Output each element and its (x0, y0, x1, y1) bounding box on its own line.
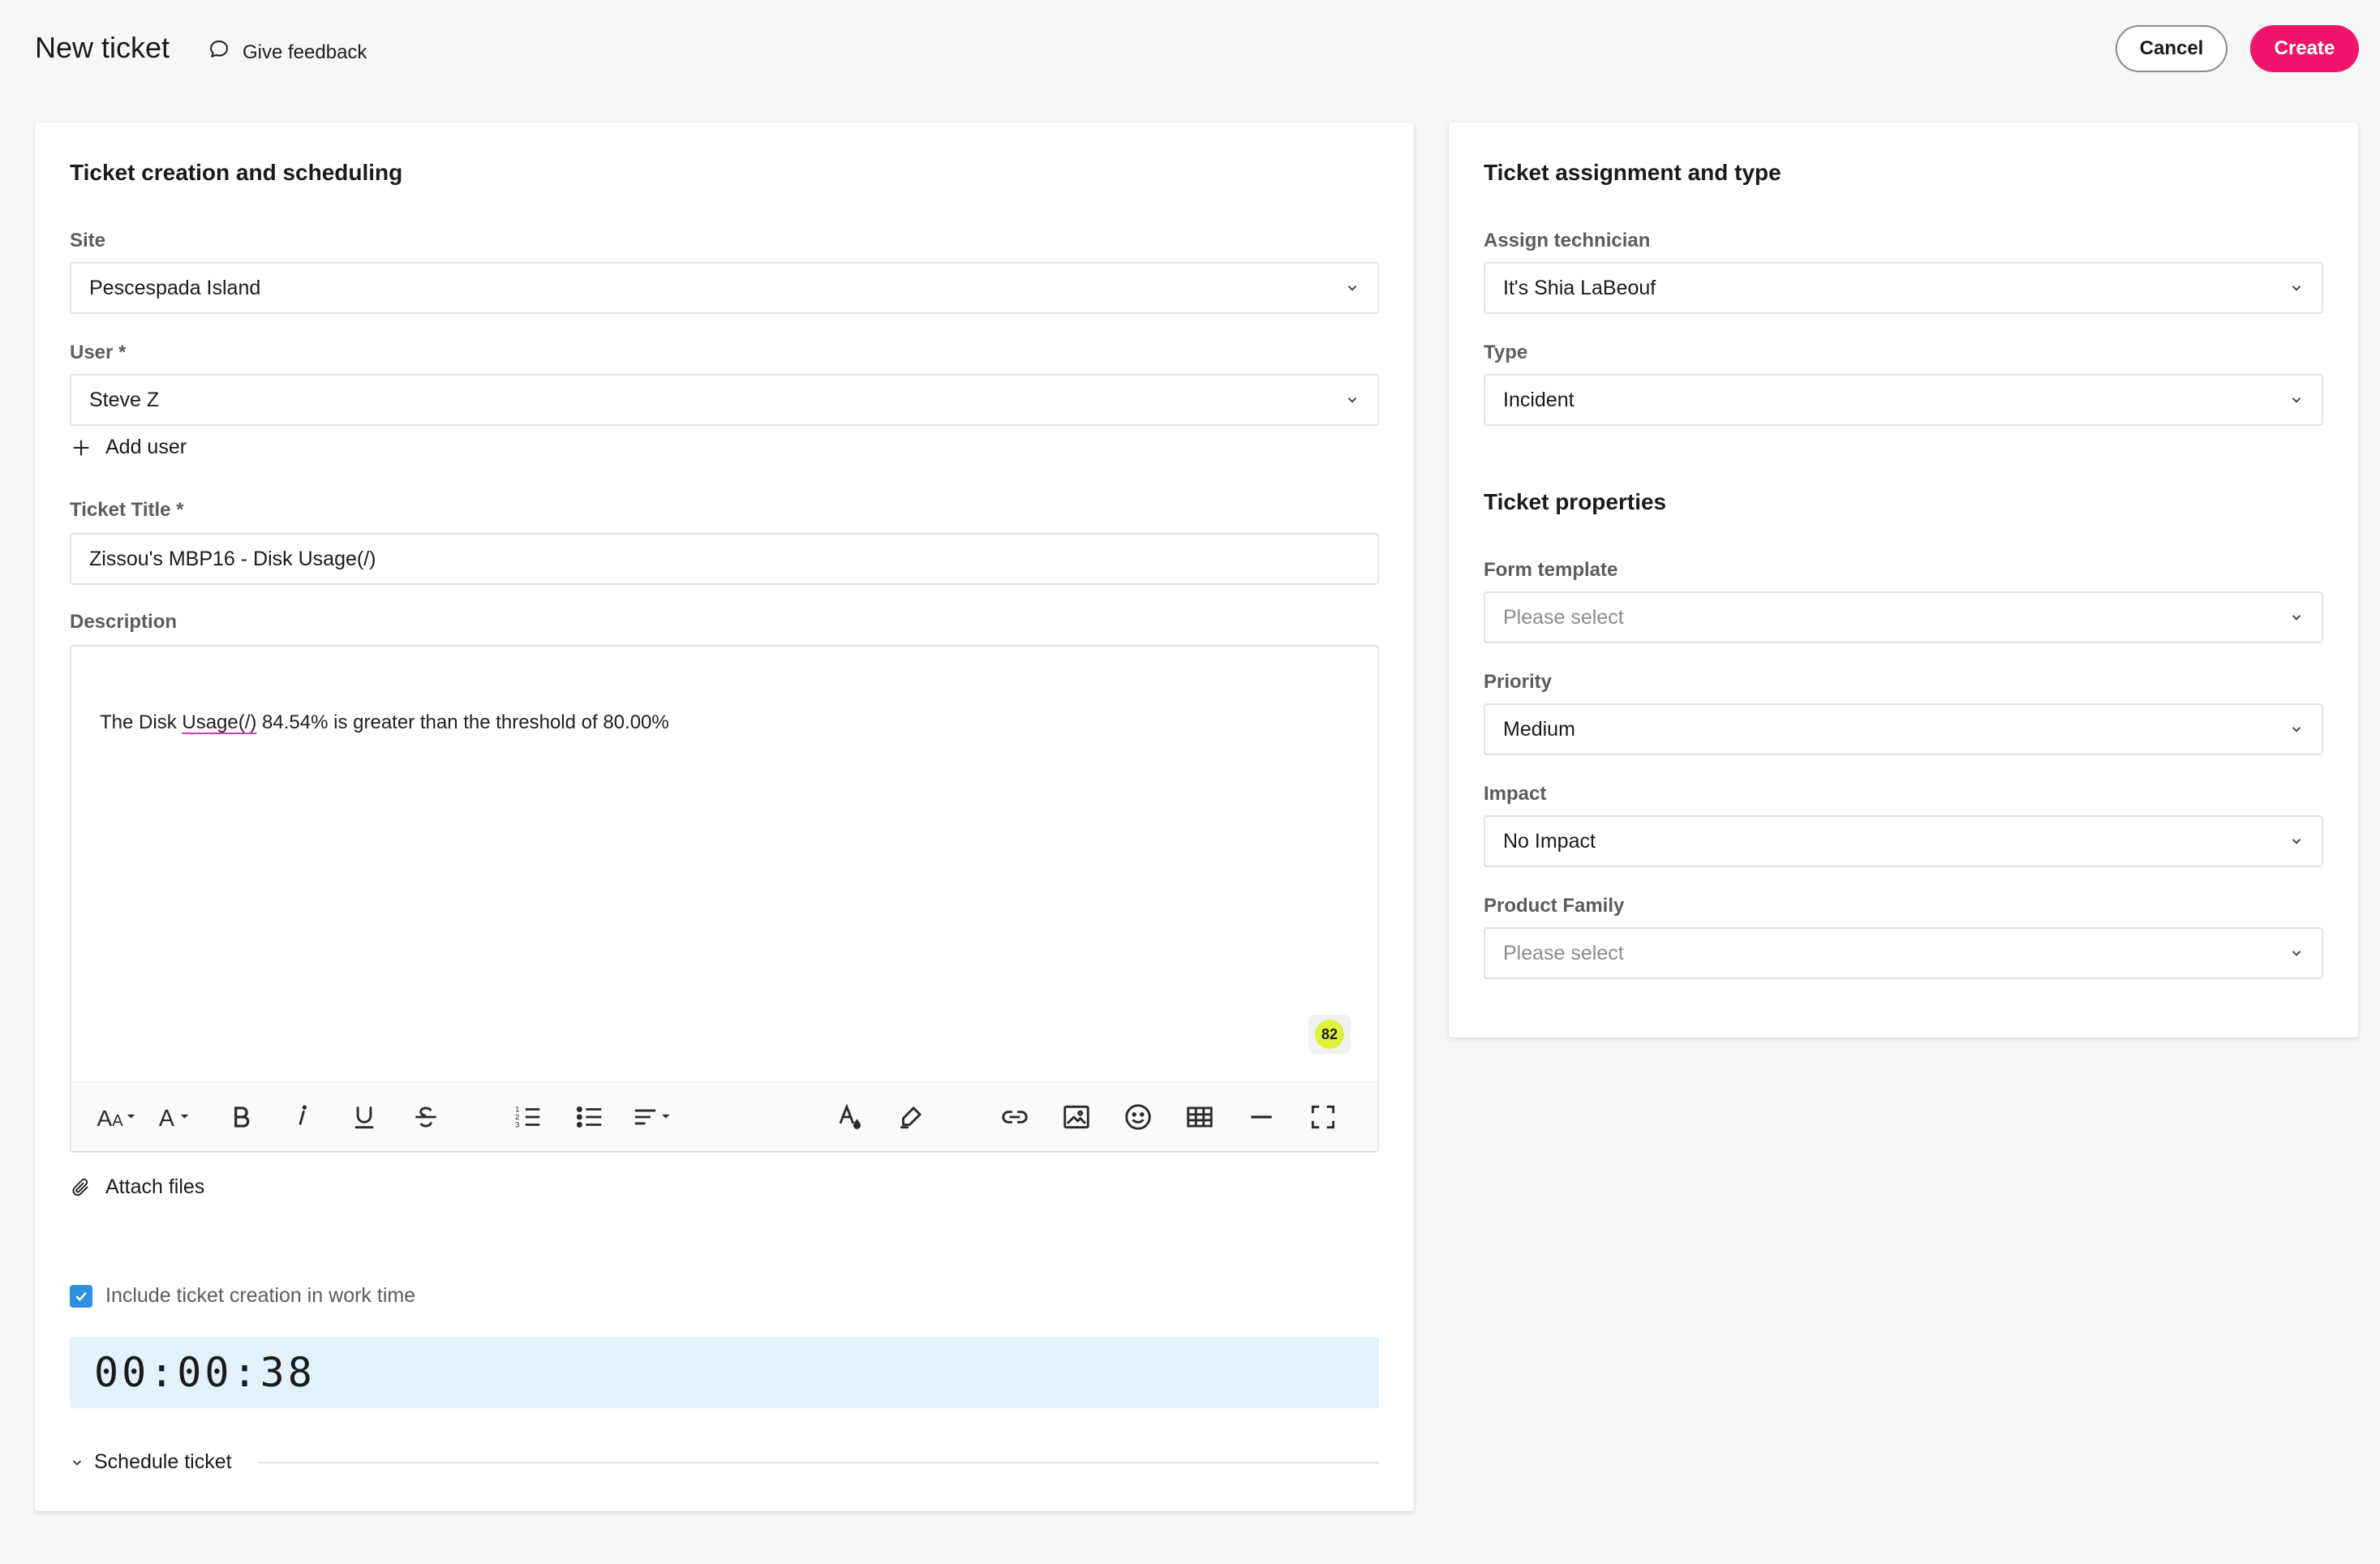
page: New ticket Give feedback Cancel Create T… (0, 0, 2380, 1564)
bold-icon[interactable] (222, 1098, 260, 1136)
ticket-assignment-card: Ticket assignment and type Assign techni… (1449, 122, 2358, 1038)
font-family-icon[interactable]: A (156, 1098, 198, 1136)
attach-files-label: Attach files (105, 1175, 205, 1198)
svg-text:A: A (97, 1106, 113, 1131)
cancel-button[interactable]: Cancel (2116, 25, 2227, 72)
attach-files-button[interactable]: Attach files (70, 1175, 204, 1199)
site-label: Site (70, 230, 106, 251)
unordered-list-icon[interactable] (571, 1098, 608, 1136)
highlight-icon[interactable] (892, 1098, 930, 1136)
create-button[interactable]: Create (2250, 25, 2359, 72)
svg-text:A: A (112, 1112, 123, 1130)
type-value: Incident (1503, 388, 1574, 411)
check-icon (75, 1291, 87, 1301)
text-color-icon[interactable] (831, 1098, 868, 1136)
chevron-down-icon (2292, 951, 2301, 956)
priority-select[interactable]: Medium (1484, 703, 2323, 755)
form-template-label: Form template (1484, 559, 1618, 581)
work-timer-value: 00:00:38 (94, 1349, 316, 1396)
priority-value: Medium (1503, 717, 1575, 741)
product-family-label: Product Family (1484, 895, 1625, 917)
ticket-title-label: Ticket Title * (70, 499, 184, 521)
ticket-title-value: Zissou's MBP16 - Disk Usage(/) (89, 547, 376, 570)
add-user-button[interactable]: Add user (70, 436, 187, 459)
spellcheck-word: Usage(/) (182, 711, 257, 733)
description-text-start: The Disk (100, 711, 183, 733)
font-size-icon[interactable]: AA (94, 1098, 143, 1136)
underline-icon[interactable] (346, 1098, 383, 1136)
give-feedback-label: Give feedback (243, 41, 367, 63)
include-worktime-checkbox-row[interactable]: Include ticket creation in work time (70, 1284, 415, 1308)
table-icon[interactable] (1181, 1098, 1218, 1136)
chevron-down-icon (72, 1459, 82, 1466)
chevron-down-icon (1347, 397, 1357, 403)
assign-technician-label: Assign technician (1484, 230, 1651, 251)
page-title: New ticket (35, 31, 170, 64)
include-worktime-checkbox[interactable] (70, 1284, 92, 1308)
technician-value: It's Shia LaBeouf (1503, 276, 1656, 299)
paperclip-icon (72, 1178, 88, 1196)
work-timer: 00:00:38 (70, 1337, 1379, 1408)
user-value: Steve Z (89, 388, 160, 411)
strikethrough-icon[interactable] (407, 1098, 445, 1136)
site-select[interactable]: Pescespada Island (70, 262, 1379, 314)
svg-text:A: A (159, 1106, 174, 1132)
schedule-ticket-label: Schedule ticket (94, 1450, 232, 1473)
user-select[interactable]: Steve Z (70, 374, 1379, 426)
impact-label: Impact (1484, 783, 1547, 805)
give-feedback-link[interactable]: Give feedback (207, 37, 367, 67)
assign-technician-select[interactable]: It's Shia LaBeouf (1484, 262, 2323, 314)
site-value: Pescespada Island (89, 276, 261, 299)
link-icon[interactable] (996, 1098, 1033, 1136)
character-count-badge: 82 (1315, 1020, 1344, 1049)
chevron-down-icon (2292, 839, 2301, 844)
add-user-label: Add user (105, 436, 187, 458)
description-editor[interactable]: The Disk Usage(/) 84.54% is greater than… (70, 645, 1379, 1153)
chevron-down-icon (2292, 286, 2301, 291)
chevron-down-icon (2292, 615, 2301, 621)
form-template-select[interactable]: Please select (1484, 591, 2323, 643)
ordered-list-icon[interactable]: 123 (509, 1098, 547, 1136)
align-icon[interactable] (626, 1098, 680, 1136)
horizontal-rule-icon[interactable] (1243, 1098, 1280, 1136)
page-header: New ticket Give feedback Cancel Create (0, 0, 2380, 97)
description-text[interactable]: The Disk Usage(/) 84.54% is greater than… (100, 711, 669, 734)
impact-select[interactable]: No Impact (1484, 815, 2323, 867)
divider (257, 1461, 1379, 1463)
chevron-down-icon (2292, 727, 2301, 733)
fullscreen-icon[interactable] (1304, 1098, 1342, 1136)
chevron-down-icon (2292, 397, 2301, 403)
italic-icon[interactable] (284, 1098, 321, 1136)
product-family-placeholder: Please select (1503, 941, 1624, 965)
impact-value: No Impact (1503, 829, 1596, 853)
type-select[interactable]: Incident (1484, 374, 2323, 426)
ticket-creation-card: Ticket creation and scheduling Site Pesc… (35, 122, 1414, 1511)
chevron-down-icon (1347, 286, 1357, 291)
chat-bubble-icon (207, 37, 231, 67)
type-label: Type (1484, 342, 1528, 363)
ticket-creation-title: Ticket creation and scheduling (70, 160, 403, 185)
schedule-ticket-toggle[interactable]: Schedule ticket (70, 1450, 1379, 1474)
emoji-icon[interactable] (1119, 1098, 1157, 1136)
plus-icon (73, 440, 89, 455)
ticket-properties-title: Ticket properties (1484, 489, 1667, 514)
svg-text:3: 3 (515, 1121, 519, 1130)
product-family-select[interactable]: Please select (1484, 927, 2323, 979)
image-icon[interactable] (1058, 1098, 1095, 1136)
ticket-title-input[interactable]: Zissou's MBP16 - Disk Usage(/) (70, 533, 1379, 585)
editor-toolbar: AA A 123 (71, 1081, 1377, 1151)
priority-label: Priority (1484, 671, 1553, 693)
description-label: Description (70, 611, 178, 633)
ticket-assignment-title: Ticket assignment and type (1484, 160, 1781, 185)
form-template-placeholder: Please select (1503, 605, 1624, 629)
include-worktime-label: Include ticket creation in work time (105, 1284, 416, 1307)
user-label: User * (70, 342, 127, 363)
description-text-end: 84.54% is greater than the threshold of … (256, 711, 669, 733)
